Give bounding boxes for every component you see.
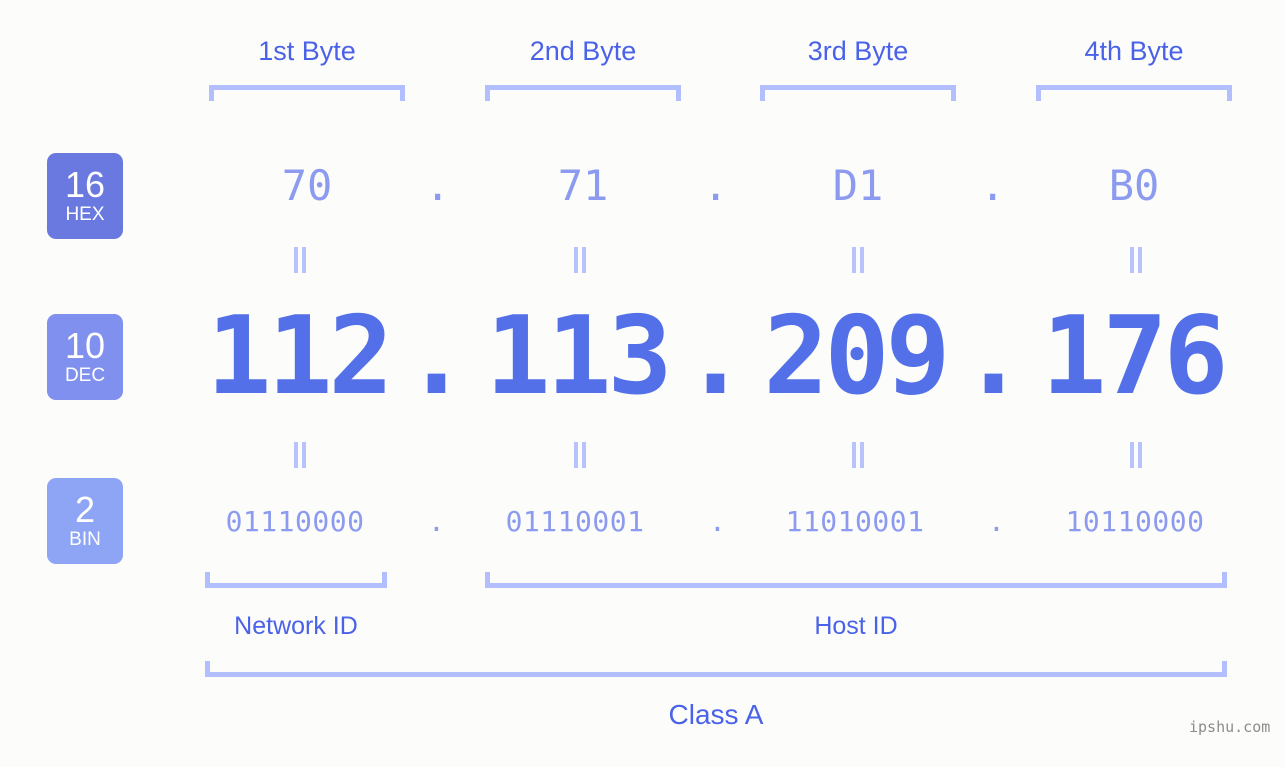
hex-octet-4: B0 (1108, 161, 1160, 210)
dec-octet-4: 176 (1041, 294, 1228, 419)
equality-mark-dec-bin-1 (293, 442, 307, 468)
base-badge-hex: 16 HEX (47, 153, 123, 239)
network-id-bracket (205, 572, 387, 588)
class-label: Class A (668, 699, 764, 730)
dec-octet-1: 112 (206, 294, 393, 419)
byte-header-label-4: 4th Byte (1084, 36, 1184, 66)
byte-header-label-1: 1st Byte (258, 36, 356, 66)
base-badge-dec: 10 DEC (47, 314, 123, 400)
hex-separator-1: . (425, 161, 451, 210)
equality-mark-hex-dec-1 (293, 247, 307, 273)
base-badge-bin-number: 2 (74, 488, 96, 530)
class-bracket (205, 661, 1227, 677)
network-id-label: Network ID (234, 612, 358, 640)
hex-octet-3: D1 (832, 161, 884, 210)
bin-octet-3: 11010001 (785, 505, 925, 538)
base-badge-hex-number: 16 (64, 163, 106, 205)
equality-mark-hex-dec-4 (1129, 247, 1143, 273)
byte-header-label-2: 2nd Byte (529, 36, 637, 66)
base-badge-hex-name: HEX (65, 203, 105, 225)
hex-octet-2: 71 (557, 161, 609, 210)
byte-header-label-3: 3rd Byte (807, 36, 909, 66)
dec-octet-3: 209 (763, 294, 950, 419)
byte-bracket-4 (1036, 85, 1232, 101)
dec-separator-3: . (961, 294, 1027, 419)
bin-separator-1: . (428, 505, 445, 538)
equality-mark-hex-dec-3 (851, 247, 865, 273)
host-id-bracket (485, 572, 1227, 588)
equality-mark-hex-dec-2 (573, 247, 587, 273)
bin-separator-3: . (988, 505, 1005, 538)
equality-mark-dec-bin-3 (851, 442, 865, 468)
dec-octet-2: 113 (485, 294, 672, 419)
dec-separator-1: . (404, 294, 470, 419)
byte-bracket-1 (209, 85, 405, 101)
hex-separator-3: . (980, 161, 1006, 210)
base-badge-dec-name: DEC (64, 364, 106, 386)
site-watermark: ipshu.com (1189, 718, 1271, 736)
hex-octet-1: 70 (281, 161, 333, 210)
dec-separator-2: . (683, 294, 749, 419)
bin-separator-2: . (709, 505, 726, 538)
base-badge-dec-number: 10 (64, 324, 106, 366)
bin-octet-2: 01110001 (505, 505, 645, 538)
base-badge-bin: 2 BIN (47, 478, 123, 564)
byte-bracket-3 (760, 85, 956, 101)
ip-address-breakdown-diagram: 1st Byte 2nd Byte 3rd Byte 4th Byte 16 H… (0, 0, 1285, 767)
equality-mark-dec-bin-4 (1129, 442, 1143, 468)
equality-mark-dec-bin-2 (573, 442, 587, 468)
base-badge-bin-name: BIN (69, 528, 101, 550)
host-id-label: Host ID (814, 612, 898, 640)
bin-octet-1: 01110000 (225, 505, 365, 538)
byte-bracket-2 (485, 85, 681, 101)
hex-separator-2: . (703, 161, 729, 210)
bin-octet-4: 10110000 (1065, 505, 1205, 538)
